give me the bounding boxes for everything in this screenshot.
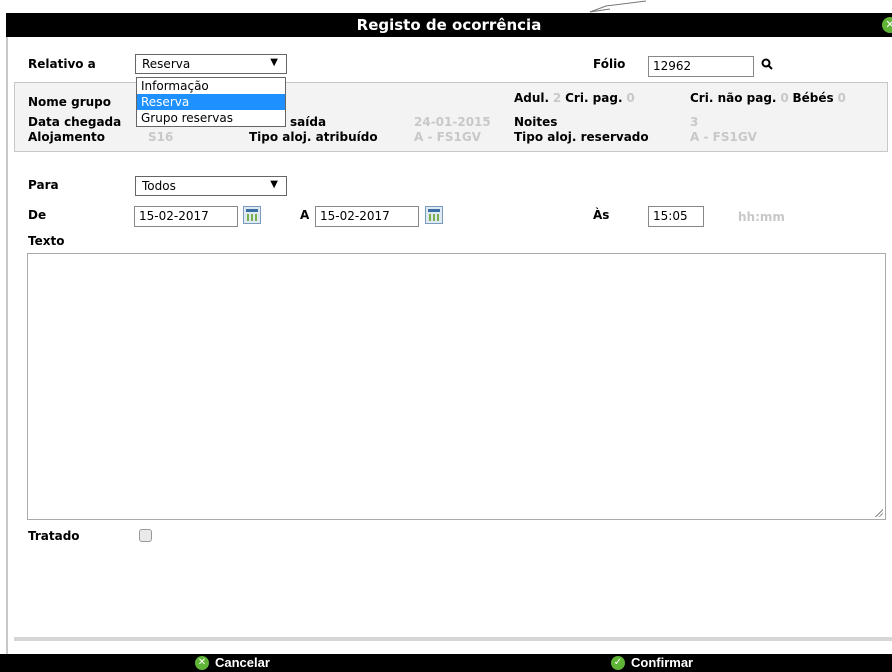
dialog-border — [6, 37, 8, 657]
data-chegada-label: Data chegada — [28, 115, 122, 129]
nome-grupo-label: Nome grupo — [28, 95, 111, 109]
relativo-option-informacao[interactable]: Informação — [137, 78, 285, 94]
cri-nao-pag-label: Cri. não pag. — [690, 91, 777, 105]
cancel-button[interactable]: ✕ Cancelar — [195, 654, 270, 672]
alojamento-label: Alojamento — [28, 130, 106, 144]
dialog-footer: ✕ Cancelar ✓ Confirmar — [0, 654, 892, 672]
tipo-atribuido-value: A - FS1GV — [414, 130, 481, 144]
tipo-reservado-label: Tipo aloj. reservado — [514, 130, 649, 144]
dialog-title-bar: Registo de ocorrência ✕ — [6, 13, 892, 37]
folio-input[interactable]: 12962 — [648, 56, 754, 77]
tipo-reservado-value: A - FS1GV — [690, 130, 757, 144]
chevron-down-icon: ▼ — [270, 179, 278, 190]
alojamento-value: S16 — [148, 130, 174, 144]
tipo-atribuido-label: Tipo aloj. atribuído — [249, 130, 378, 144]
texto-textarea[interactable] — [27, 253, 886, 520]
para-value: Todos — [142, 179, 176, 193]
folio-label: Fólio — [593, 57, 626, 71]
cancel-label: Cancelar — [215, 655, 270, 670]
cancel-icon: ✕ — [195, 655, 209, 670]
de-date-input[interactable]: 15-02-2017 — [134, 206, 238, 227]
cri-nao-pag-value: 0 — [780, 91, 789, 105]
search-icon[interactable] — [761, 58, 773, 70]
as-time-input[interactable]: 15:05 — [648, 206, 704, 227]
noites-value: 3 — [690, 115, 699, 129]
bebes-label: Bébés — [792, 91, 834, 105]
texto-label: Texto — [28, 234, 65, 248]
tratado-checkbox[interactable] — [139, 529, 152, 542]
relativo-select[interactable]: Reserva ▼ — [135, 54, 287, 74]
cri-pag-label: Cri. pag. — [565, 91, 623, 105]
tratado-label: Tratado — [28, 529, 80, 543]
time-format-hint: hh:mm — [738, 210, 785, 224]
confirm-button[interactable]: ✓ Confirmar — [611, 654, 693, 672]
adul-value: 2 — [552, 91, 562, 105]
relativo-option-reserva[interactable]: Reserva — [137, 94, 285, 110]
bebes-value: 0 — [837, 91, 846, 105]
relativo-dropdown-list: Informação Reserva Grupo reservas — [136, 77, 286, 127]
resize-grip-icon[interactable] — [874, 508, 883, 517]
data-saida-label: saída — [290, 115, 327, 129]
dialog-title: Registo de ocorrência — [356, 16, 542, 34]
occupancy-row: Adul. 2 Cri. pag. 0 — [514, 91, 635, 105]
a-date-input[interactable]: 15-02-2017 — [315, 206, 419, 227]
close-icon[interactable]: ✕ — [882, 17, 892, 33]
para-select[interactable]: Todos ▼ — [135, 176, 287, 196]
confirm-icon: ✓ — [611, 655, 625, 670]
calendar-icon[interactable] — [243, 206, 261, 224]
relativo-option-grupo-reservas[interactable]: Grupo reservas — [137, 110, 285, 126]
para-label: Para — [28, 178, 59, 192]
a-label: A — [300, 208, 310, 222]
relativo-label: Relativo a — [28, 57, 96, 71]
footer-divider — [14, 637, 892, 641]
noites-label: Noites — [514, 115, 558, 129]
as-label: Às — [593, 208, 610, 222]
data-saida-value: 24-01-2015 — [414, 115, 491, 129]
de-label: De — [28, 208, 47, 222]
children-row: Cri. não pag. 0 Bébés 0 — [690, 91, 846, 105]
adul-label: Adul. — [514, 91, 550, 105]
calendar-icon[interactable] — [425, 206, 443, 224]
chevron-down-icon: ▼ — [270, 57, 278, 68]
confirm-label: Confirmar — [631, 655, 694, 670]
pencil-mark-icon — [589, 0, 647, 13]
relativo-value: Reserva — [142, 57, 191, 71]
cri-pag-value: 0 — [626, 91, 635, 105]
